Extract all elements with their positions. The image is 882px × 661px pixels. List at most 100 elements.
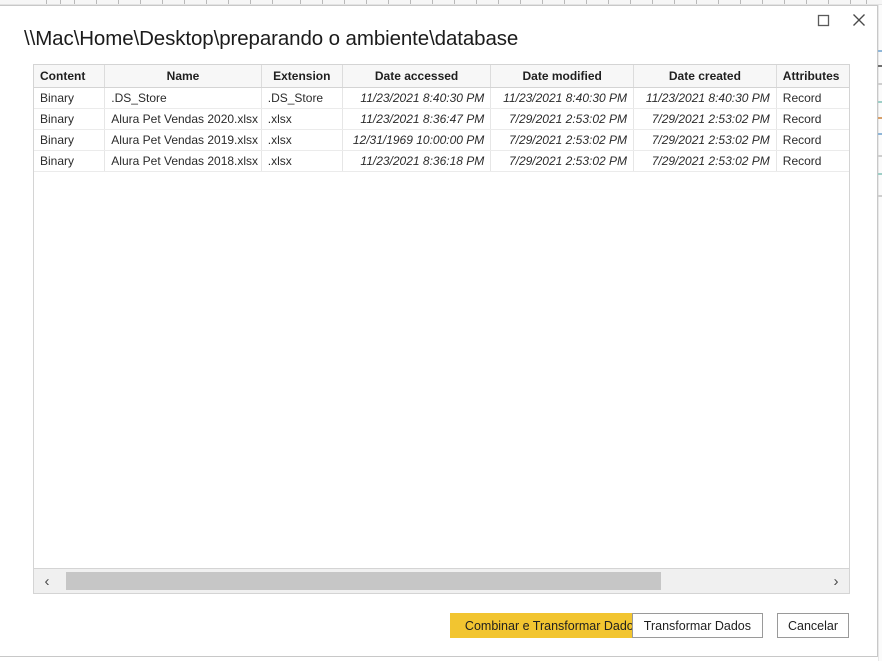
combine-and-transform-data-button[interactable]: Combinar e Transformar Dados <box>449 613 655 638</box>
background-tick <box>586 0 587 4</box>
horizontal-scrollbar[interactable]: ‹ › <box>33 569 850 594</box>
close-x-icon[interactable] <box>841 6 877 34</box>
background-right-strip <box>878 5 882 661</box>
cell-extension: .xlsx <box>261 150 343 172</box>
background-tick <box>630 0 631 4</box>
cell-extension: .xlsx <box>261 129 343 151</box>
cell-name: Alura Pet Vendas 2019.xlsx <box>104 129 262 151</box>
cell-date-accessed: 12/31/1969 10:00:00 PM <box>342 129 492 151</box>
background-tick <box>228 0 229 4</box>
background-tick <box>432 0 433 4</box>
column-header-date-accessed[interactable]: Date accessed <box>342 65 492 88</box>
background-tick <box>388 0 389 4</box>
transform-data-button[interactable]: Transformar Dados <box>631 613 763 638</box>
background-tick <box>300 0 301 4</box>
background-tick <box>696 0 697 4</box>
table-row[interactable]: Binary Alura Pet Vendas 2018.xlsx .xlsx … <box>34 150 849 172</box>
background-fleck <box>878 173 882 175</box>
table-header-row: Content Name Extension Date accessed Dat… <box>34 65 849 88</box>
background-fleck <box>878 65 882 67</box>
cell-name: Alura Pet Vendas 2020.xlsx <box>104 108 262 130</box>
cell-extension: .DS_Store <box>261 87 343 109</box>
background-fleck <box>878 155 882 157</box>
cell-date-created: 7/29/2021 2:53:02 PM <box>633 129 777 151</box>
background-tick <box>322 0 323 4</box>
background-fleck <box>878 117 882 119</box>
maximize-square-icon[interactable] <box>805 6 841 34</box>
background-tick <box>542 0 543 4</box>
background-tick <box>250 0 251 4</box>
column-header-attributes[interactable]: Attributes <box>776 65 849 88</box>
background-tick <box>162 0 163 4</box>
cell-content: Binary <box>34 108 106 130</box>
cell-attributes: Record <box>776 129 849 151</box>
background-tick <box>866 0 867 4</box>
cell-date-accessed: 11/23/2021 8:36:47 PM <box>342 108 492 130</box>
chevron-right-icon[interactable]: › <box>823 569 849 593</box>
background-fleck <box>878 101 882 103</box>
page-title: \\Mac\Home\Desktop\preparando o ambiente… <box>24 27 519 50</box>
background-tick <box>498 0 499 4</box>
background-tick <box>60 0 61 4</box>
cell-attributes: Record <box>776 87 849 109</box>
background-tick <box>454 0 455 4</box>
cell-content: Binary <box>34 129 106 151</box>
cell-date-modified: 7/29/2021 2:53:02 PM <box>490 129 635 151</box>
chevron-left-icon[interactable]: ‹ <box>34 569 60 593</box>
column-header-date-created[interactable]: Date created <box>633 65 777 88</box>
background-tick <box>564 0 565 4</box>
table-row[interactable]: Binary Alura Pet Vendas 2019.xlsx .xlsx … <box>34 129 849 151</box>
cell-extension: .xlsx <box>261 108 343 130</box>
background-tick <box>96 0 97 4</box>
cell-date-accessed: 11/23/2021 8:40:30 PM <box>342 87 492 109</box>
navigator-dialog: \\Mac\Home\Desktop\preparando o ambiente… <box>0 5 878 657</box>
column-header-content[interactable]: Content <box>34 65 106 88</box>
cell-date-modified: 7/29/2021 2:53:02 PM <box>490 108 635 130</box>
table-row[interactable]: Binary Alura Pet Vendas 2020.xlsx .xlsx … <box>34 108 849 130</box>
column-header-date-modified[interactable]: Date modified <box>490 65 635 88</box>
background-fleck <box>878 50 882 52</box>
file-preview-table: Content Name Extension Date accessed Dat… <box>34 65 849 172</box>
background-tick <box>740 0 741 4</box>
cell-content: Binary <box>34 87 106 109</box>
table-row[interactable]: Binary .DS_Store .DS_Store 11/23/2021 8:… <box>34 87 849 109</box>
background-tick <box>476 0 477 4</box>
background-fleck <box>878 83 882 85</box>
background-tick <box>366 0 367 4</box>
background-tick <box>140 0 141 4</box>
cell-date-created: 7/29/2021 2:53:02 PM <box>633 150 777 172</box>
background-tick <box>652 0 653 4</box>
background-tick <box>46 0 47 4</box>
cell-date-created: 7/29/2021 2:53:02 PM <box>633 108 777 130</box>
cell-date-accessed: 11/23/2021 8:36:18 PM <box>342 150 492 172</box>
file-preview-panel: Content Name Extension Date accessed Dat… <box>33 64 850 569</box>
background-tick <box>118 0 119 4</box>
background-tick <box>608 0 609 4</box>
background-tick <box>850 0 851 4</box>
cell-date-modified: 7/29/2021 2:53:02 PM <box>490 150 635 172</box>
dialog-footer: Combinar e Transformar Dados Transformar… <box>0 606 877 646</box>
background-tick <box>410 0 411 4</box>
background-tick <box>784 0 785 4</box>
cell-date-created: 11/23/2021 8:40:30 PM <box>633 87 777 109</box>
column-header-extension[interactable]: Extension <box>261 65 343 88</box>
background-tick <box>272 0 273 4</box>
cell-date-modified: 11/23/2021 8:40:30 PM <box>490 87 635 109</box>
background-tick <box>828 0 829 4</box>
background-tick <box>806 0 807 4</box>
background-tick <box>344 0 345 4</box>
column-header-name[interactable]: Name <box>104 65 262 88</box>
background-tick <box>74 0 75 4</box>
cell-attributes: Record <box>776 108 849 130</box>
background-tick <box>520 0 521 4</box>
background-tick <box>762 0 763 4</box>
cancel-button[interactable]: Cancelar <box>777 613 849 638</box>
background-tick <box>718 0 719 4</box>
background-tick <box>674 0 675 4</box>
cell-name: Alura Pet Vendas 2018.xlsx <box>104 150 262 172</box>
background-tick <box>184 0 185 4</box>
scrollbar-thumb[interactable] <box>66 572 661 590</box>
cell-name: .DS_Store <box>104 87 262 109</box>
background-tick <box>206 0 207 4</box>
background-fleck <box>878 195 882 197</box>
